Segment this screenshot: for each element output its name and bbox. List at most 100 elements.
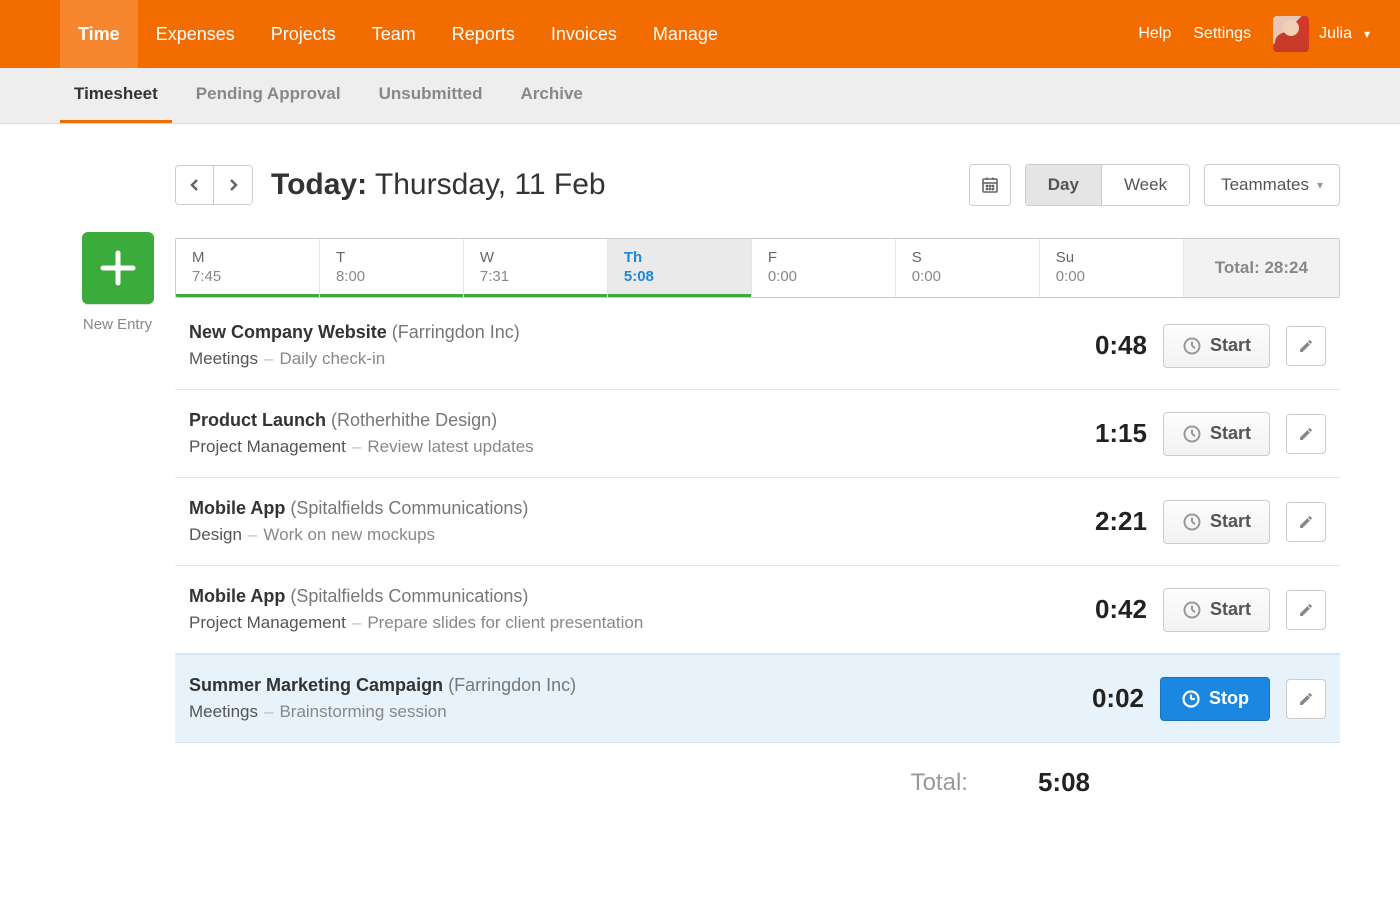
edit-entry-button[interactable] [1286,414,1326,454]
day-time: 0:00 [768,268,879,285]
pencil-icon [1298,602,1314,618]
start-timer-button[interactable]: Start [1163,324,1270,368]
entry-notes: Review latest updates [367,437,533,456]
start-timer-button[interactable]: Start [1163,412,1270,456]
stop-timer-button[interactable]: Stop [1160,677,1270,721]
edit-entry-button[interactable] [1286,590,1326,630]
timer-button-label: Start [1210,423,1251,444]
day-time: 5:08 [624,268,735,285]
timer-button-label: Start [1210,511,1251,532]
entry-info: Mobile App (Spitalfields Communications)… [189,586,1041,633]
day-label: Su [1056,249,1167,266]
teammates-label: Teammates [1221,175,1309,195]
entry-project: Product Launch [189,410,326,430]
timer-button-label: Start [1210,335,1251,356]
view-day-button[interactable]: Day [1026,165,1102,205]
time-entries: New Company Website (Farringdon Inc) Meet… [175,302,1340,743]
day-label: F [768,249,879,266]
view-toggle: Day Week [1025,164,1190,206]
clock-icon [1181,689,1201,709]
start-timer-button[interactable]: Start [1163,500,1270,544]
entry-duration: 2:21 [1057,506,1147,537]
entry-client: (Farringdon Inc) [448,675,576,695]
nav-item-manage[interactable]: Manage [635,0,736,68]
pencil-icon [1298,691,1314,707]
chevron-left-icon [189,178,201,192]
time-entry-row: New Company Website (Farringdon Inc) Meet… [175,302,1340,390]
tab-pending-approval[interactable]: Pending Approval [182,68,355,123]
time-entry-row: Summer Marketing Campaign (Farringdon In… [175,654,1340,743]
day-time: 7:31 [480,268,591,285]
tab-unsubmitted[interactable]: Unsubmitted [365,68,497,123]
edit-entry-button[interactable] [1286,502,1326,542]
day-cell-t[interactable]: T8:00 [320,239,464,297]
nav-item-team[interactable]: Team [354,0,434,68]
entry-task: Meetings [189,702,258,721]
next-day-button[interactable] [214,166,252,204]
sub-nav: TimesheetPending ApprovalUnsubmittedArch… [0,68,1400,124]
nav-item-expenses[interactable]: Expenses [138,0,253,68]
calendar-icon [981,176,999,194]
edit-entry-button[interactable] [1286,679,1326,719]
pencil-icon [1298,514,1314,530]
week-total-cell: Total: 28:24 [1184,239,1339,297]
nav-item-projects[interactable]: Projects [253,0,354,68]
total-label: Total: [911,769,968,797]
calendar-button[interactable] [969,164,1011,206]
entry-notes: Daily check-in [279,349,385,368]
day-cell-m[interactable]: M7:45 [176,239,320,297]
view-week-button[interactable]: Week [1102,165,1189,205]
entry-notes: Prepare slides for client presentation [367,613,643,632]
help-link[interactable]: Help [1138,25,1171,43]
day-label: S [912,249,1023,266]
tab-timesheet[interactable]: Timesheet [60,68,172,123]
teammates-dropdown[interactable]: Teammates ▾ [1204,164,1340,206]
top-nav: TimeExpensesProjectsTeamReportsInvoicesM… [0,0,1400,68]
entry-project: New Company Website [189,322,387,342]
entry-info: New Company Website (Farringdon Inc) Meet… [189,322,1041,369]
day-label: M [192,249,303,266]
entry-notes: Brainstorming session [279,702,446,721]
day-cell-f[interactable]: F 0:00 [752,239,896,297]
week-strip: M7:45T8:00W7:31 Th 5:08 F 0:00 S 0:00 Su0:00Tot… [175,238,1340,298]
nav-item-reports[interactable]: Reports [434,0,533,68]
chevron-right-icon [227,178,239,192]
day-label: Th [624,249,735,266]
today-prefix: Today: [271,168,367,201]
entry-project: Mobile App [189,498,285,518]
chevron-down-icon: ▾ [1364,27,1370,41]
entry-client: (Rotherhithe Design) [331,410,497,430]
clock-icon [1182,336,1202,356]
plus-icon [95,245,141,291]
timer-button-label: Start [1210,599,1251,620]
entry-client: (Spitalfields Communications) [290,498,528,518]
nav-item-time[interactable]: Time [60,0,138,68]
time-entry-row: Product Launch (Rotherhithe Design)Proje… [175,390,1340,478]
start-timer-button[interactable]: Start [1163,588,1270,632]
entry-project: Mobile App [189,586,285,606]
entry-duration: 1:15 [1057,418,1147,449]
footer-total: Total: 5:08 [175,743,1340,798]
prev-day-button[interactable] [176,166,214,204]
entry-duration: 0:42 [1057,594,1147,625]
day-cell-th[interactable]: Th 5:08 [608,239,752,297]
day-cell-su[interactable]: Su0:00 [1040,239,1184,297]
tab-archive[interactable]: Archive [507,68,597,123]
edit-entry-button[interactable] [1286,326,1326,366]
clock-icon [1182,512,1202,532]
entry-task: Meetings [189,349,258,368]
settings-link[interactable]: Settings [1193,25,1251,43]
entry-task: Design [189,525,242,544]
entry-task: Project Management [189,613,346,632]
day-cell-w[interactable]: W7:31 [464,239,608,297]
entry-client: (Farringdon Inc) [392,322,520,342]
new-entry-button[interactable] [82,232,154,304]
day-time: 0:00 [912,268,1023,285]
day-cell-s[interactable]: S 0:00 [896,239,1040,297]
date-label: Thursday, 11 Feb [375,168,606,201]
user-menu[interactable]: Julia ▾ [1273,16,1370,52]
entry-info: Product Launch (Rotherhithe Design)Proje… [189,410,1041,457]
date-pager [175,165,253,205]
nav-item-invoices[interactable]: Invoices [533,0,635,68]
entry-project: Summer Marketing Campaign [189,675,443,695]
